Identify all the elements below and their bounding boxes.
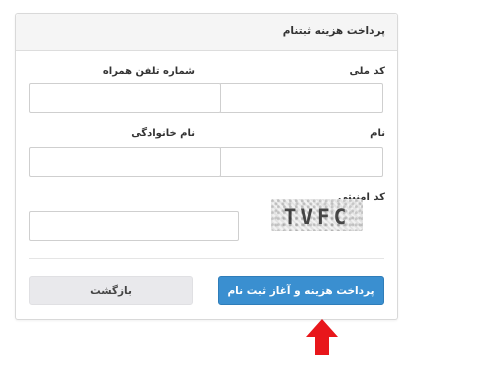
arrow-up-icon <box>306 319 338 355</box>
last-name-label: نام خانوادگی <box>131 128 195 139</box>
back-button[interactable]: بازگشت <box>29 276 193 305</box>
captcha-text: TVFC <box>283 205 351 229</box>
mobile-label: شماره تلفن همراه <box>102 66 195 77</box>
national-code-label: کد ملی <box>349 66 385 77</box>
first-name-input[interactable] <box>219 147 383 177</box>
divider <box>29 258 384 259</box>
panel-header: پرداخت هزینه ثبتنام <box>16 14 397 51</box>
first-name-label: نام <box>370 128 385 139</box>
last-name-input[interactable] <box>29 147 221 177</box>
mobile-input[interactable] <box>29 83 221 113</box>
security-code-input[interactable] <box>29 211 239 241</box>
panel-title: پرداخت هزینه ثبتنام <box>282 25 385 37</box>
national-code-input[interactable] <box>219 83 383 113</box>
captcha-image: TVFC <box>271 199 363 231</box>
pay-and-register-button[interactable]: پرداخت هزینه و آغاز ثبت نام <box>218 276 384 305</box>
